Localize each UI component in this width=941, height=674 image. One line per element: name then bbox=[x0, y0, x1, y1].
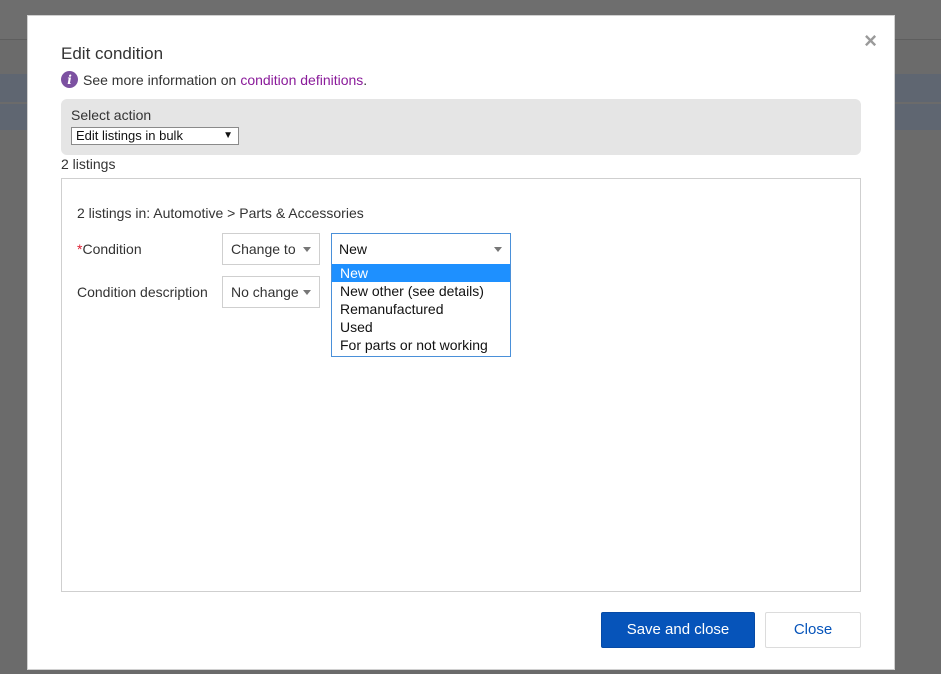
condition-value-select[interactable]: New bbox=[331, 233, 511, 265]
condition-value: New bbox=[339, 241, 368, 257]
select-action-panel: Select action Edit listings in bulk ▼ bbox=[61, 99, 861, 155]
condition-option-used[interactable]: Used bbox=[332, 318, 510, 336]
edit-condition-dialog: × Edit condition i See more information … bbox=[27, 15, 895, 670]
chevron-down-icon bbox=[303, 290, 311, 295]
chevron-down-icon: ▼ bbox=[223, 130, 233, 141]
close-icon[interactable]: × bbox=[864, 30, 877, 52]
select-action-label: Select action bbox=[71, 107, 152, 123]
chevron-down-icon bbox=[494, 247, 502, 252]
category-path: 2 listings in: Automotive > Parts & Acce… bbox=[77, 205, 364, 221]
condition-options-list: New New other (see details) Remanufactur… bbox=[331, 264, 511, 357]
save-and-close-button[interactable]: Save and close bbox=[601, 612, 755, 648]
condition-option-new[interactable]: New bbox=[332, 264, 510, 282]
listings-count: 2 listings bbox=[61, 156, 116, 172]
close-button[interactable]: Close bbox=[765, 612, 861, 648]
condition-definitions-link[interactable]: condition definitions bbox=[240, 72, 363, 88]
description-mode-select[interactable]: No change bbox=[222, 276, 320, 308]
description-mode-value: No change bbox=[231, 284, 299, 300]
info-icon: i bbox=[61, 71, 78, 88]
condition-mode-select[interactable]: Change to bbox=[222, 233, 320, 265]
condition-option-new-other[interactable]: New other (see details) bbox=[332, 282, 510, 300]
condition-option-for-parts[interactable]: For parts or not working bbox=[332, 336, 510, 354]
chevron-down-icon bbox=[303, 247, 311, 252]
dialog-title: Edit condition bbox=[61, 44, 164, 63]
select-action-dropdown[interactable]: Edit listings in bulk ▼ bbox=[71, 127, 239, 145]
condition-mode-value: Change to bbox=[231, 241, 296, 257]
condition-option-remanufactured[interactable]: Remanufactured bbox=[332, 300, 510, 318]
listings-panel: 2 listings in: Automotive > Parts & Acce… bbox=[61, 178, 861, 592]
condition-label-text: Condition bbox=[82, 241, 142, 257]
info-row: i See more information on condition defi… bbox=[61, 71, 367, 88]
info-suffix: . bbox=[363, 71, 368, 88]
condition-label: *Condition bbox=[77, 241, 142, 257]
info-text: See more information on bbox=[83, 71, 237, 88]
select-action-value: Edit listings in bulk bbox=[76, 128, 183, 143]
condition-description-label: Condition description bbox=[77, 284, 208, 300]
